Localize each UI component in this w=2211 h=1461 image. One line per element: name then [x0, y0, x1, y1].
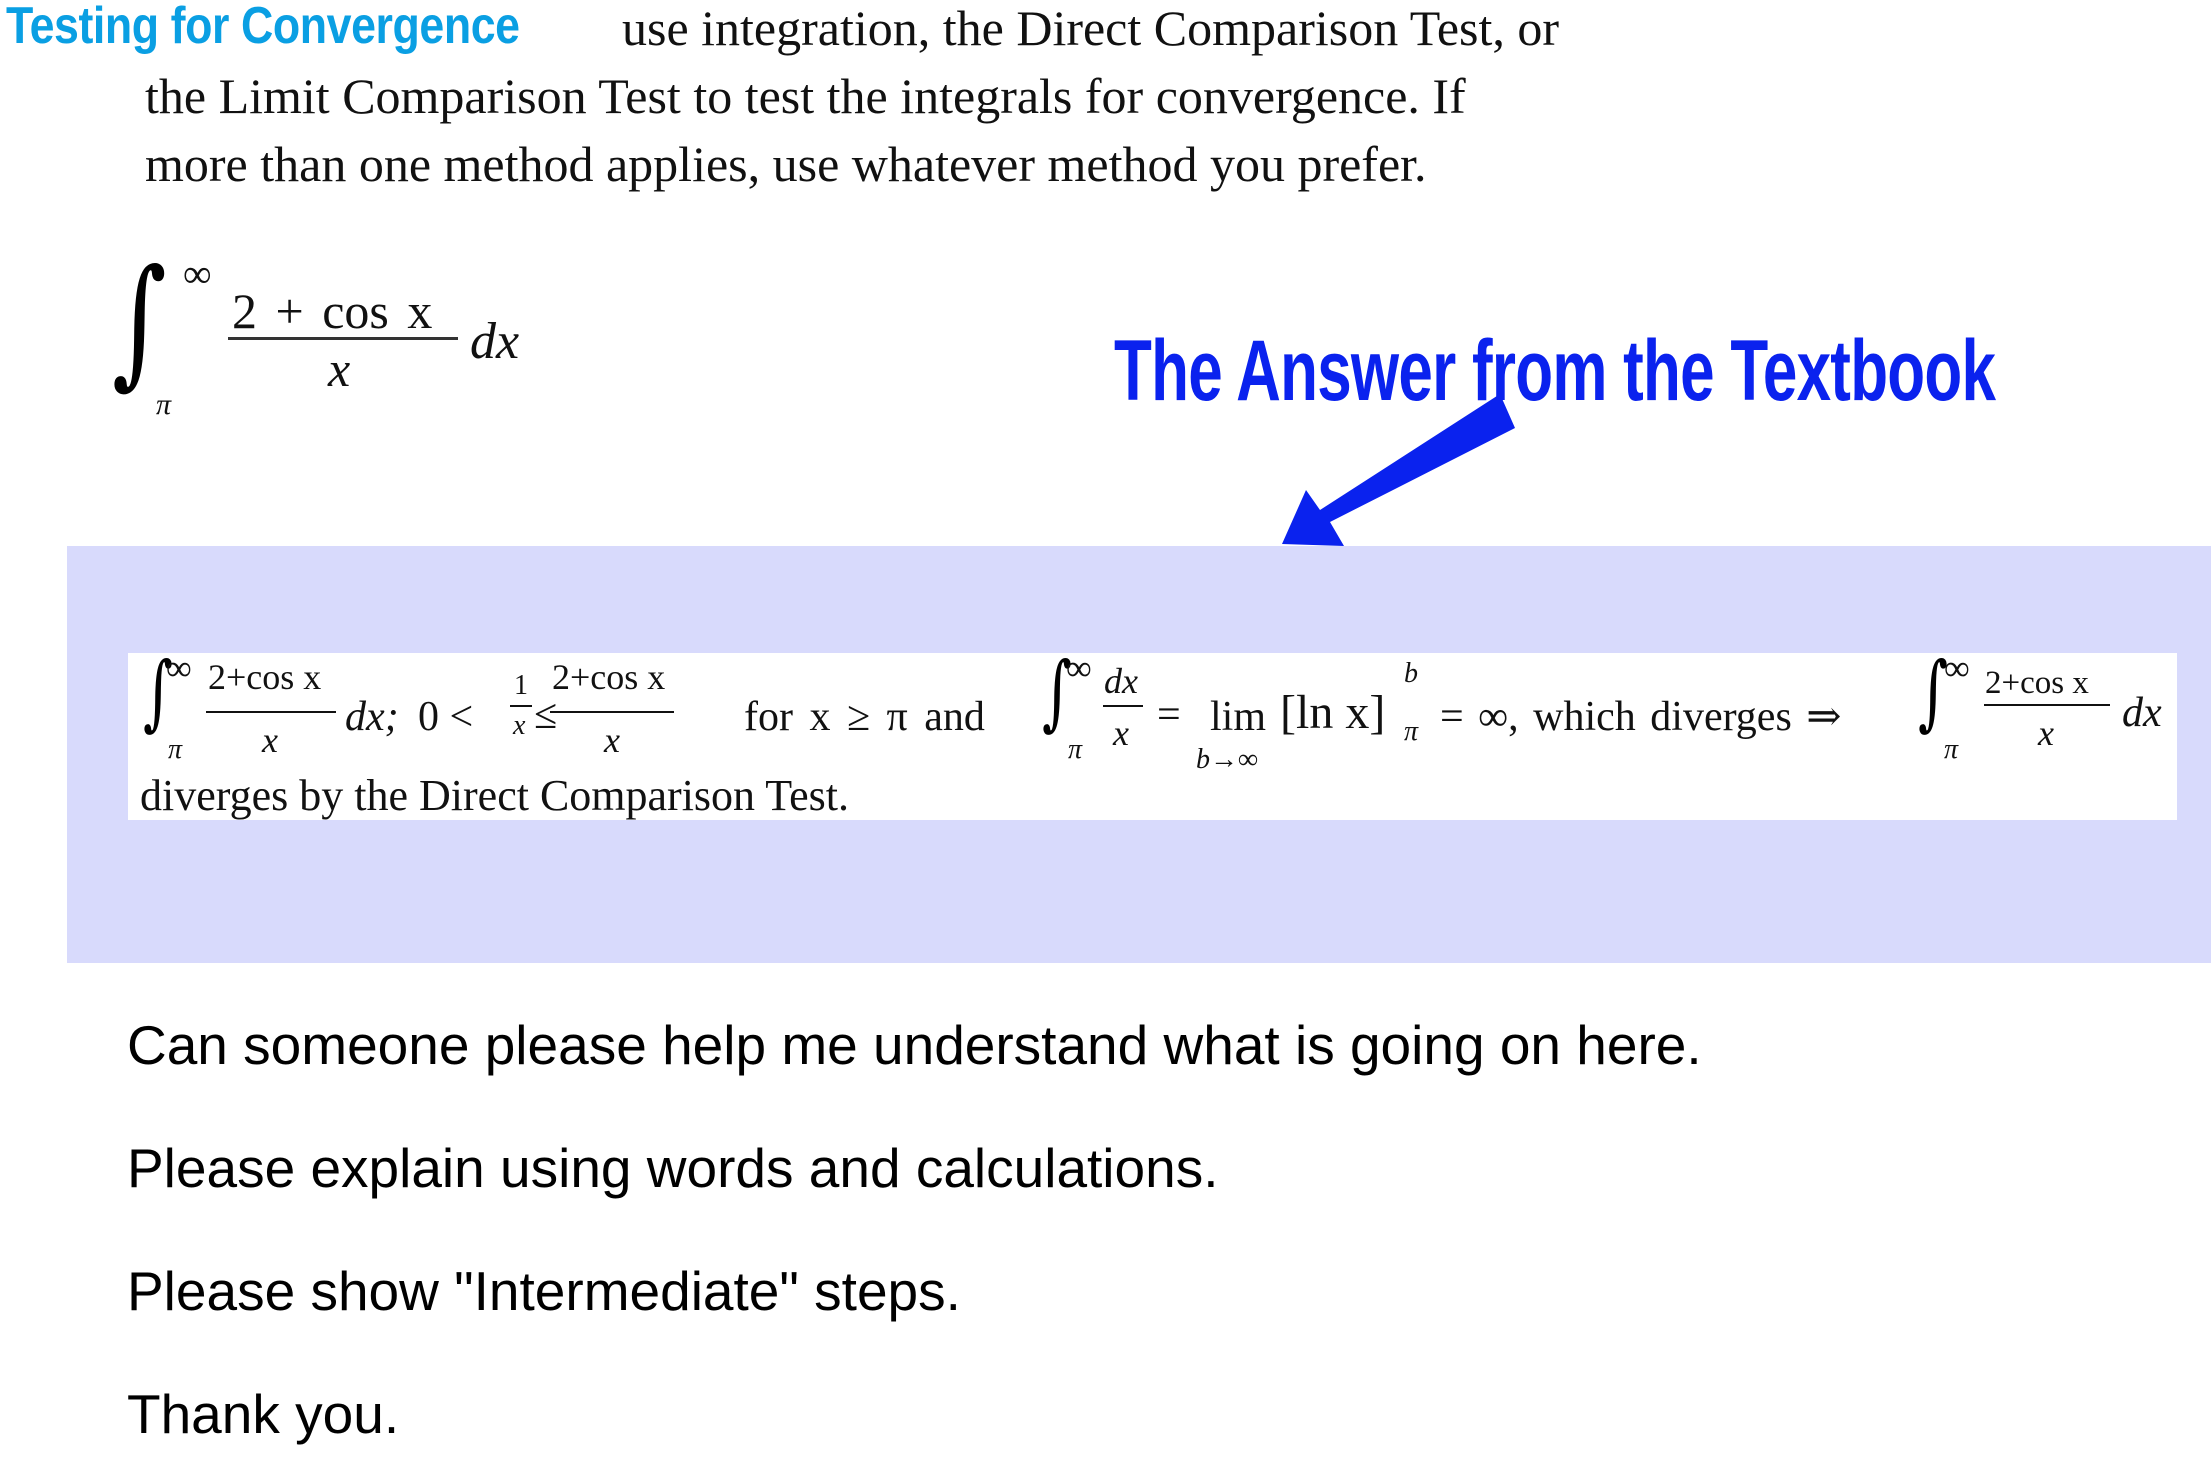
fraction-denominator: x — [262, 720, 278, 760]
instruction-line: more than one method applies, use whatev… — [145, 136, 1427, 192]
fraction-numerator: 2+cos x — [1985, 665, 2089, 701]
differential: dx — [2122, 690, 2162, 736]
integrand-numerator: 2 + cos x — [232, 283, 433, 339]
lower-limit: π — [156, 388, 172, 421]
fraction-denominator: x — [513, 710, 526, 741]
question-line: Can someone please help me understand wh… — [127, 1014, 1702, 1076]
instruction-line: the Limit Comparison Test to test the in… — [145, 68, 1466, 124]
fraction-bar — [510, 705, 532, 707]
fraction-bar — [1103, 705, 1143, 707]
section-heading: Testing for Convergence — [6, 0, 520, 55]
lower-limit: π — [1944, 734, 1959, 765]
arrow-down-left-icon — [1282, 394, 1515, 546]
result-text: = ∞, which diverges ⇒ — [1440, 694, 1842, 740]
fraction-denominator: x — [1113, 713, 1129, 753]
fraction-denominator: x — [604, 720, 620, 760]
integrand-denominator: x — [328, 341, 351, 397]
differential: dx — [470, 313, 520, 370]
fraction-numerator: 1 — [514, 670, 528, 701]
upper-limit: ∞ — [183, 251, 212, 296]
limit-subscript: b→∞ — [1196, 744, 1258, 775]
answer-label: The Answer from the Textbook — [1114, 323, 1996, 419]
lower-limit: π — [1068, 734, 1083, 765]
upper-limit: ∞ — [1066, 648, 1092, 688]
leq-symbol: ≤ — [534, 692, 558, 738]
answer-line-2: diverges by the Direct Comparison Test. — [140, 771, 849, 820]
question-line: Please explain using words and calculati… — [127, 1137, 1219, 1199]
instruction-line: use integration, the Direct Comparison T… — [622, 0, 1560, 56]
fraction-numerator: 2+cos x — [208, 657, 322, 697]
upper-limit: ∞ — [166, 648, 192, 688]
fraction-bar — [550, 711, 674, 713]
lower-limit: π — [168, 734, 183, 765]
limit-operator: lim — [1210, 694, 1267, 740]
inequality-start: 0 < — [418, 694, 474, 740]
upper-limit: ∞ — [1944, 648, 1970, 688]
differential: dx; — [345, 694, 399, 740]
bracket-upper: b — [1404, 658, 1418, 689]
question-line: Thank you. — [127, 1383, 400, 1445]
fraction-bar — [206, 711, 336, 713]
fraction-denominator: x — [2038, 713, 2054, 753]
fraction-numerator: dx — [1104, 661, 1138, 701]
bracket-lower: π — [1404, 716, 1419, 747]
integral-sign: ∫ — [112, 240, 167, 403]
evaluation-bracket: [ln x] — [1280, 686, 1386, 739]
fraction-numerator: 2+cos x — [552, 657, 666, 697]
question-line: Please show "Intermediate" steps. — [127, 1260, 961, 1322]
condition-text: for x ≥ π and — [744, 694, 985, 740]
equals-sign: = — [1157, 692, 1181, 738]
fraction-bar — [1984, 704, 2110, 706]
